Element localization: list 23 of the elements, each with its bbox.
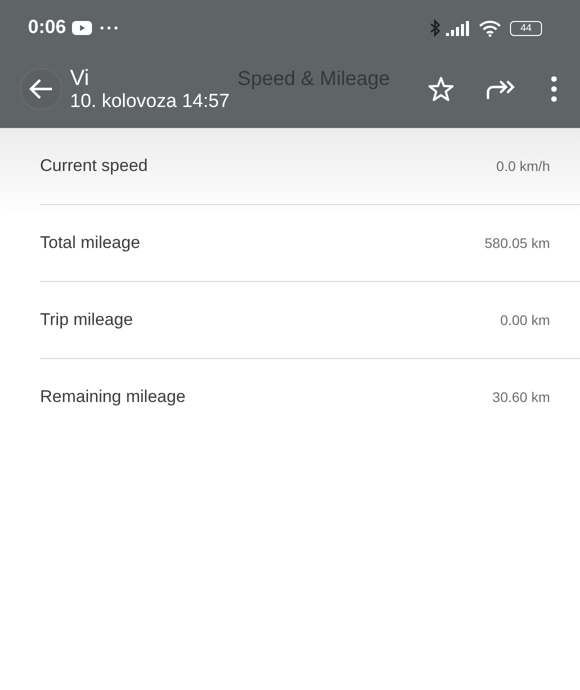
row-label: Total mileage [40, 233, 140, 253]
row-value: 30.60 km [492, 389, 550, 405]
battery-icon: 44 [510, 20, 542, 36]
signal-icon [446, 20, 472, 36]
status-time: 0:06 [28, 17, 66, 39]
bluetooth-icon [430, 19, 440, 37]
sender-name: Vi [70, 65, 90, 91]
star-icon [428, 76, 454, 102]
more-icon [550, 76, 558, 102]
row-value: 0.0 km/h [496, 158, 550, 174]
row-value: 0.00 km [500, 312, 550, 328]
row-label: Remaining mileage [40, 387, 186, 407]
wifi-icon [478, 19, 502, 37]
row-value: 580.05 km [484, 235, 550, 251]
row-label: Trip mileage [40, 310, 133, 330]
video-icon [72, 21, 92, 35]
back-button[interactable] [20, 68, 62, 110]
star-button[interactable] [428, 76, 454, 102]
back-arrow-icon [28, 78, 54, 100]
row-label: Current speed [40, 156, 148, 176]
menu-button[interactable] [550, 76, 558, 102]
more-notifications-icon [100, 26, 118, 30]
message-date: 10. kolovoza 14:57 [70, 91, 230, 113]
